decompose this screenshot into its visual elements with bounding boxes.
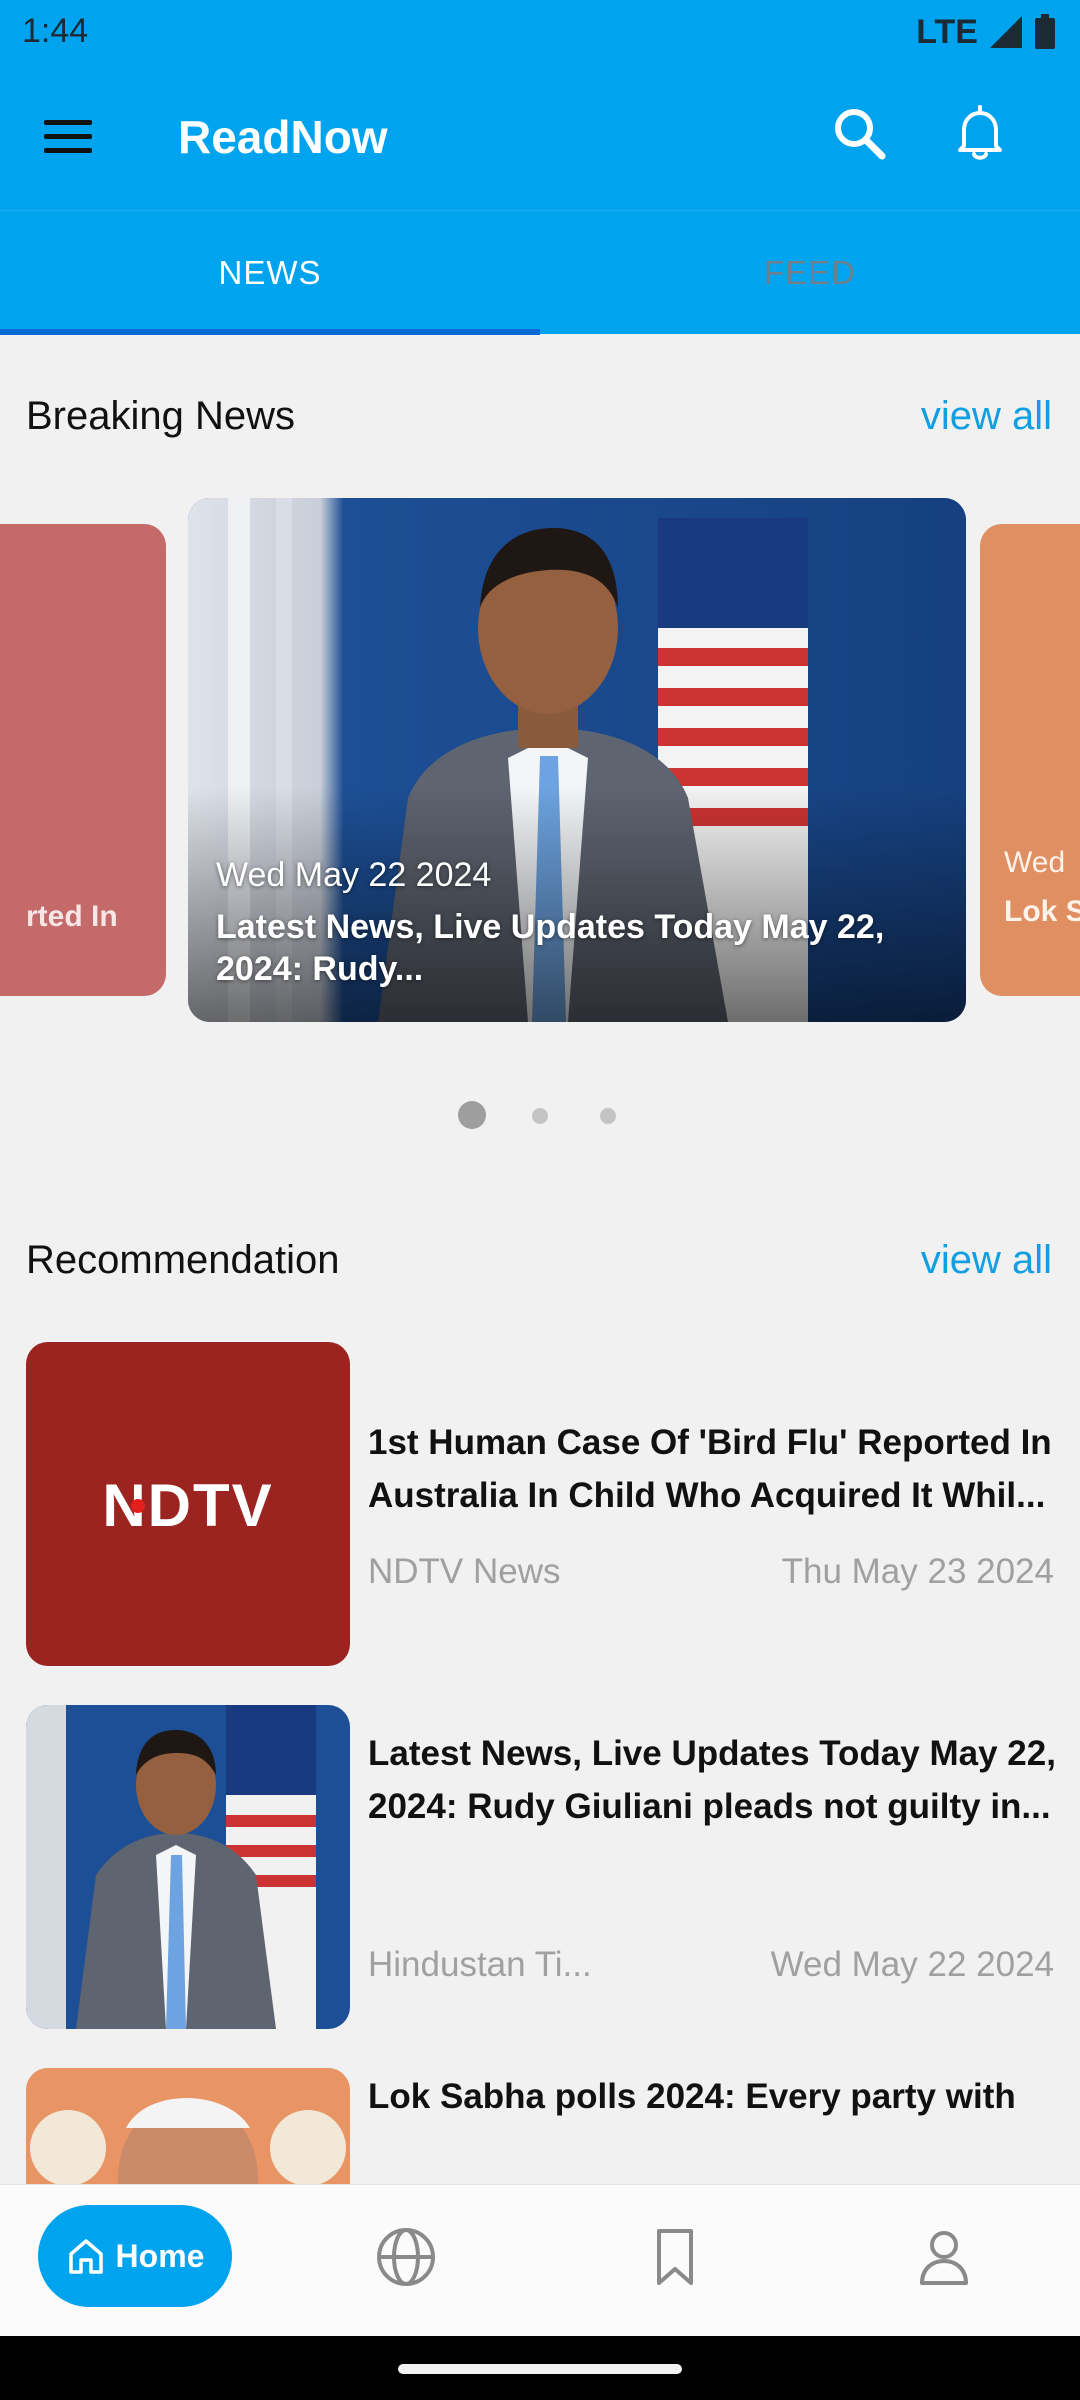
page-dot-active[interactable] bbox=[458, 1101, 486, 1129]
nav-home-label: Home bbox=[115, 2237, 205, 2274]
list-item-headline: 1st Human Case Of 'Bird Flu' Reported In… bbox=[368, 1423, 1052, 1515]
carousel-card-next-headline: Lok S guilty bbox=[1004, 895, 1080, 928]
news-thumbnail bbox=[26, 1705, 350, 2029]
bell-icon[interactable] bbox=[950, 102, 1010, 164]
menu-icon[interactable] bbox=[40, 114, 96, 158]
bottom-navigation: Home bbox=[0, 2184, 1080, 2337]
status-indicators: LTE bbox=[916, 12, 1056, 52]
network-type: LTE bbox=[916, 12, 978, 51]
page-dot[interactable] bbox=[600, 1108, 616, 1124]
recommendation-title: Recommendation bbox=[26, 1238, 340, 1282]
gesture-handle[interactable] bbox=[398, 2364, 682, 2374]
svg-text:NDTV: NDTV bbox=[102, 1472, 273, 1539]
news-photo bbox=[26, 1705, 316, 2029]
system-navigation-bar bbox=[0, 2336, 1080, 2400]
tab-feed[interactable]: FEED bbox=[540, 211, 1080, 335]
list-item-source: NDTV News bbox=[368, 1552, 561, 1591]
carousel-card-current[interactable]: Wed May 22 2024 Latest News, Live Update… bbox=[188, 498, 966, 1022]
app-title: ReadNow bbox=[178, 111, 388, 163]
profile-icon[interactable] bbox=[912, 2225, 976, 2289]
carousel-card-headline: Latest News, Live Updates Today May 22, … bbox=[216, 908, 885, 988]
news-thumbnail bbox=[26, 2068, 350, 2184]
battery-icon bbox=[1035, 14, 1055, 49]
news-photo bbox=[30, 2098, 346, 2184]
breaking-view-all-link[interactable]: view all bbox=[921, 394, 1052, 439]
list-item-headline: Lok Sabha polls 2024: Every party with bbox=[368, 2077, 1016, 2116]
tab-news[interactable]: NEWS bbox=[0, 211, 540, 335]
nav-home-button[interactable]: Home bbox=[38, 2205, 232, 2307]
list-item-date: Wed May 22 2024 bbox=[770, 1945, 1054, 1984]
list-item[interactable]: Lok Sabha polls 2024: Every party with bbox=[26, 2068, 1054, 2184]
list-item-headline: Latest News, Live Updates Today May 22, … bbox=[368, 1734, 1056, 1826]
globe-icon[interactable] bbox=[374, 2225, 438, 2289]
list-item[interactable]: Latest News, Live Updates Today May 22, … bbox=[26, 1705, 1056, 2029]
carousel-card-next-date: Wed bbox=[1004, 846, 1066, 879]
carousel-card-previous[interactable]: rted In bbox=[0, 524, 166, 996]
page-dot[interactable] bbox=[532, 1108, 548, 1124]
ndtv-thumbnail: NDTV bbox=[26, 1342, 350, 1666]
tab-bar: NEWS FEED bbox=[0, 210, 1080, 335]
breaking-news-title: Breaking News bbox=[26, 394, 296, 438]
tab-indicator bbox=[0, 329, 540, 335]
list-item[interactable]: NDTV 1st Human Case Of 'Bird Flu' Report… bbox=[26, 1342, 1054, 1666]
status-time: 1:44 bbox=[22, 12, 89, 50]
home-icon bbox=[68, 2239, 103, 2274]
carousel-card-date: Wed May 22 2024 bbox=[216, 856, 492, 894]
carousel-card-previous-headline: rted In bbox=[26, 900, 118, 933]
list-item-date: Thu May 23 2024 bbox=[781, 1552, 1054, 1591]
recommendation-view-all-link[interactable]: view all bbox=[921, 1238, 1052, 1283]
signal-icon bbox=[990, 16, 1022, 48]
status-bar: 1:44 LTE bbox=[0, 0, 1080, 62]
list-item-source: Hindustan Ti... bbox=[368, 1945, 592, 1984]
ndtv-logo: NDTV bbox=[102, 1472, 273, 1539]
search-icon[interactable] bbox=[830, 104, 888, 162]
app-header: 1:44 LTE ReadNow NEWS FEED bbox=[0, 0, 1080, 335]
carousel-card-next[interactable]: Wed Lok S guilty bbox=[980, 524, 1080, 996]
bookmark-icon[interactable] bbox=[643, 2225, 707, 2289]
app-bar: ReadNow bbox=[0, 62, 1080, 210]
carousel-page-indicator bbox=[0, 1100, 1080, 1130]
